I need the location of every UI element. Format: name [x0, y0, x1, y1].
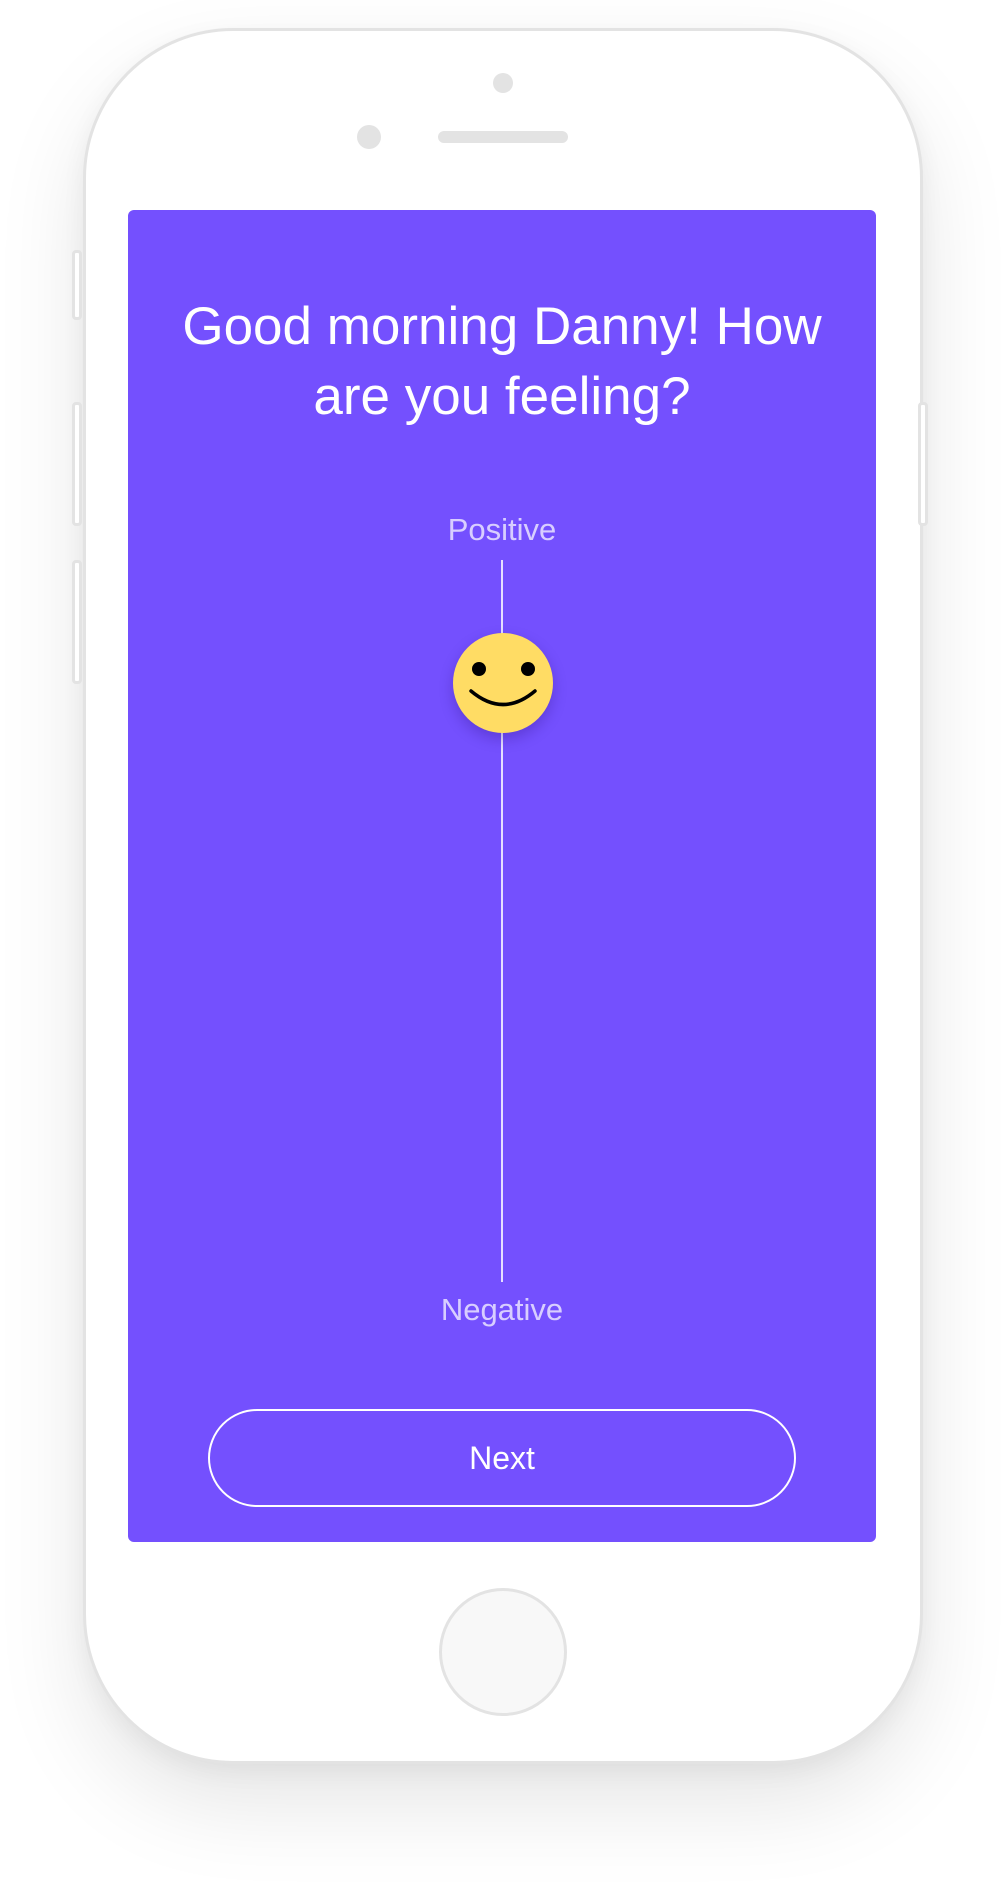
positive-label: Positive	[447, 512, 557, 547]
front-camera	[493, 73, 513, 93]
greeting-heading: Good morning Danny! How are you feeling?	[182, 297, 822, 426]
smiley-face-icon	[469, 661, 537, 706]
proximity-sensor	[357, 125, 381, 149]
phone-power-button	[918, 402, 928, 526]
next-button[interactable]: Next	[208, 1409, 796, 1507]
phone-volume-down-button	[72, 560, 82, 684]
speaker-grille	[438, 131, 568, 143]
home-button[interactable]	[439, 1588, 567, 1716]
phone-volume-up-button	[72, 402, 82, 526]
negative-label: Negative	[440, 1292, 564, 1327]
phone-silent-switch	[72, 250, 82, 320]
mood-slider-thumb[interactable]	[453, 632, 553, 733]
mood-checkin-screen: Good morning Danny! How are you feeling?…	[128, 210, 876, 1542]
